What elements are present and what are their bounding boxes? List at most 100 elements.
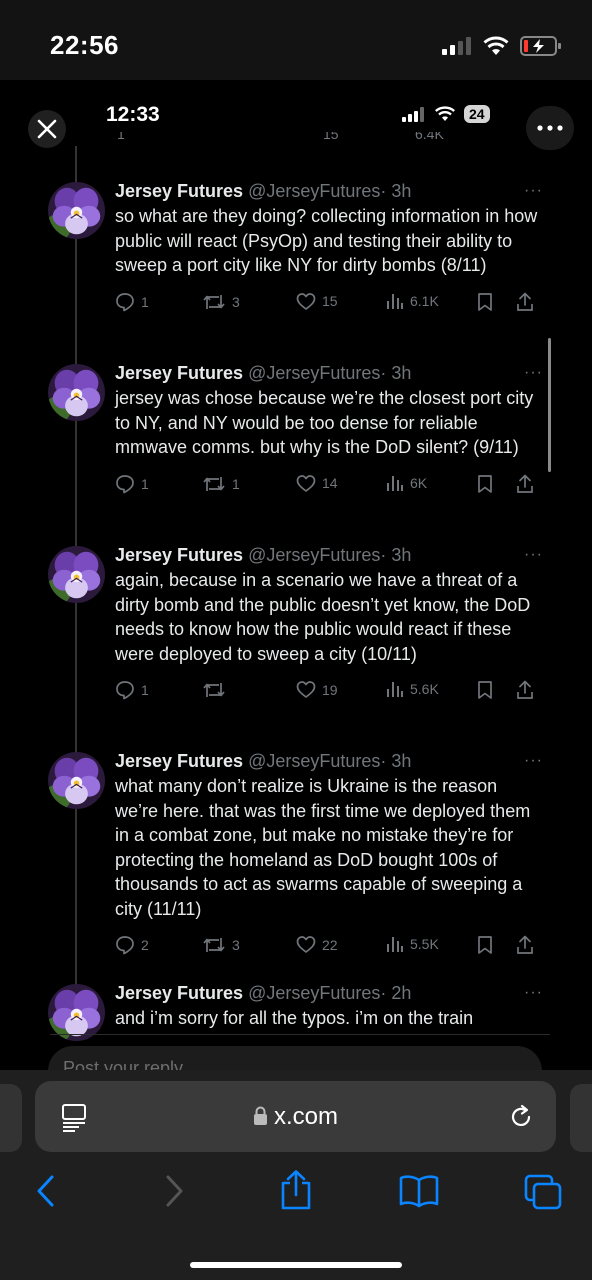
- previous-tab-card[interactable]: [0, 1084, 22, 1152]
- share-button[interactable]: [516, 474, 534, 494]
- bookmark-button[interactable]: [477, 474, 493, 494]
- like-button[interactable]: 19: [296, 680, 338, 699]
- views-count: 6.1K: [410, 292, 439, 309]
- author-handle[interactable]: @JerseyFutures: [248, 983, 380, 1003]
- views-count: 5.6K: [410, 681, 439, 697]
- tweet-more-button[interactable]: ···: [524, 182, 543, 200]
- lock-icon: [253, 1106, 267, 1125]
- repost-button[interactable]: 3: [202, 935, 240, 955]
- outer-clock: 22:56: [50, 30, 119, 60]
- like-icon: [296, 474, 316, 492]
- share-icon: [517, 474, 533, 493]
- repost-button[interactable]: 1: [202, 474, 240, 494]
- like-button[interactable]: 14: [296, 474, 338, 493]
- views-count: 6K: [410, 474, 428, 491]
- url-display: x.com: [35, 1103, 556, 1131]
- views-button[interactable]: 5.6K: [386, 680, 439, 698]
- author-name[interactable]: Jersey Futures: [115, 363, 243, 383]
- bookmark-button[interactable]: [477, 292, 493, 312]
- share-button[interactable]: [516, 680, 534, 700]
- cellular-signal-icon: [442, 37, 471, 55]
- reply-button[interactable]: 1: [115, 292, 149, 312]
- screenshot-view: 12:33 24 1 15 6.4K Jersey Futures @Jerse…: [0, 80, 592, 1070]
- share-button[interactable]: [516, 292, 534, 312]
- tweet-text: and i’m sorry for all the typos. i’m on …: [115, 1008, 474, 1028]
- like-button[interactable]: 15: [296, 292, 338, 311]
- inner-status-icons: 24: [402, 105, 490, 123]
- reply-placeholder: Post your reply: [63, 1058, 184, 1070]
- repost-button[interactable]: 3: [202, 292, 240, 312]
- address-bar[interactable]: x.com: [35, 1081, 556, 1152]
- bookmark-button[interactable]: [477, 680, 493, 700]
- next-tab-card[interactable]: [570, 1084, 592, 1152]
- avatar[interactable]: [48, 364, 105, 421]
- prev-view-count: 6.4K: [415, 132, 444, 142]
- reply-icon: [116, 474, 134, 493]
- author-name[interactable]: Jersey Futures: [115, 545, 243, 565]
- share-icon: [517, 935, 533, 954]
- tweet-actions: 1 3 15 6.1K: [115, 292, 540, 316]
- author-name[interactable]: Jersey Futures: [115, 983, 243, 1003]
- scrollbar[interactable]: [548, 338, 551, 472]
- like-icon: [296, 936, 316, 953]
- author-handle[interactable]: @JerseyFutures: [248, 751, 380, 771]
- views-icon: [387, 475, 403, 491]
- reply-icon: [116, 292, 134, 311]
- repost-count: 3: [232, 937, 240, 953]
- bookmark-icon: [478, 474, 492, 493]
- author-handle[interactable]: @JerseyFutures: [248, 181, 380, 201]
- tweet-header: Jersey Futures @JerseyFutures· 3h: [115, 544, 540, 566]
- bookmark-button[interactable]: [477, 935, 493, 955]
- views-button[interactable]: 5.5K: [386, 935, 439, 953]
- tweet-actions: 1 1 14 6K: [115, 474, 540, 498]
- tabs-icon[interactable]: [524, 1174, 562, 1210]
- reload-icon[interactable]: [508, 1104, 534, 1130]
- tweet-body: Jersey Futures @JerseyFutures· 3h jersey…: [115, 362, 540, 498]
- avatar[interactable]: [48, 546, 105, 603]
- like-count: 15: [322, 293, 338, 309]
- tweet-more-button[interactable]: ···: [524, 364, 543, 382]
- bookmark-icon: [478, 936, 492, 954]
- reply-button[interactable]: 2: [115, 935, 149, 955]
- author-name[interactable]: Jersey Futures: [115, 751, 243, 771]
- views-icon: [387, 293, 403, 309]
- tweet-more-button[interactable]: ···: [524, 546, 543, 564]
- repost-button[interactable]: [202, 680, 232, 700]
- inner-cellular-icon: [402, 106, 424, 122]
- repost-icon: [203, 683, 225, 697]
- tweet-more-button[interactable]: ···: [524, 984, 543, 1002]
- avatar[interactable]: [48, 984, 105, 1041]
- inner-clock: 12:33: [106, 103, 160, 126]
- reply-button[interactable]: 1: [115, 474, 149, 494]
- tweet-header: Jersey Futures @JerseyFutures· 3h: [115, 180, 540, 202]
- views-button[interactable]: 6K: [386, 474, 427, 492]
- views-button[interactable]: 6.1K: [386, 292, 439, 310]
- avatar[interactable]: [48, 182, 105, 239]
- reply-button[interactable]: 1: [115, 680, 149, 700]
- back-icon[interactable]: [34, 1174, 58, 1208]
- share-icon[interactable]: [279, 1170, 313, 1210]
- share-icon: [517, 680, 533, 699]
- tweet-time: · 3h: [380, 181, 412, 201]
- author-name[interactable]: Jersey Futures: [115, 181, 243, 201]
- reply-input[interactable]: Post your reply: [48, 1046, 542, 1070]
- author-handle[interactable]: @JerseyFutures: [248, 363, 380, 383]
- share-button[interactable]: [516, 935, 534, 955]
- forward-icon[interactable]: [162, 1174, 186, 1208]
- avatar[interactable]: [48, 752, 105, 809]
- close-button[interactable]: [28, 110, 66, 148]
- tweet-text: so what are they doing? collecting infor…: [115, 206, 538, 275]
- like-button[interactable]: 22: [296, 935, 338, 954]
- battery-charging-icon: [520, 36, 561, 56]
- tweet-body: Jersey Futures @JerseyFutures· 3h what m…: [115, 750, 540, 959]
- share-icon: [517, 292, 533, 311]
- bookmarks-icon[interactable]: [399, 1174, 439, 1208]
- author-handle[interactable]: @JerseyFutures: [248, 545, 380, 565]
- reply-count: 1: [141, 293, 149, 310]
- like-icon: [296, 681, 316, 698]
- home-indicator: [190, 1262, 402, 1268]
- like-count: 22: [322, 936, 338, 953]
- tweet-header: Jersey Futures @JerseyFutures· 2h: [115, 982, 540, 1004]
- repost-count: 3: [232, 293, 240, 310]
- tweet-more-button[interactable]: ···: [524, 752, 543, 770]
